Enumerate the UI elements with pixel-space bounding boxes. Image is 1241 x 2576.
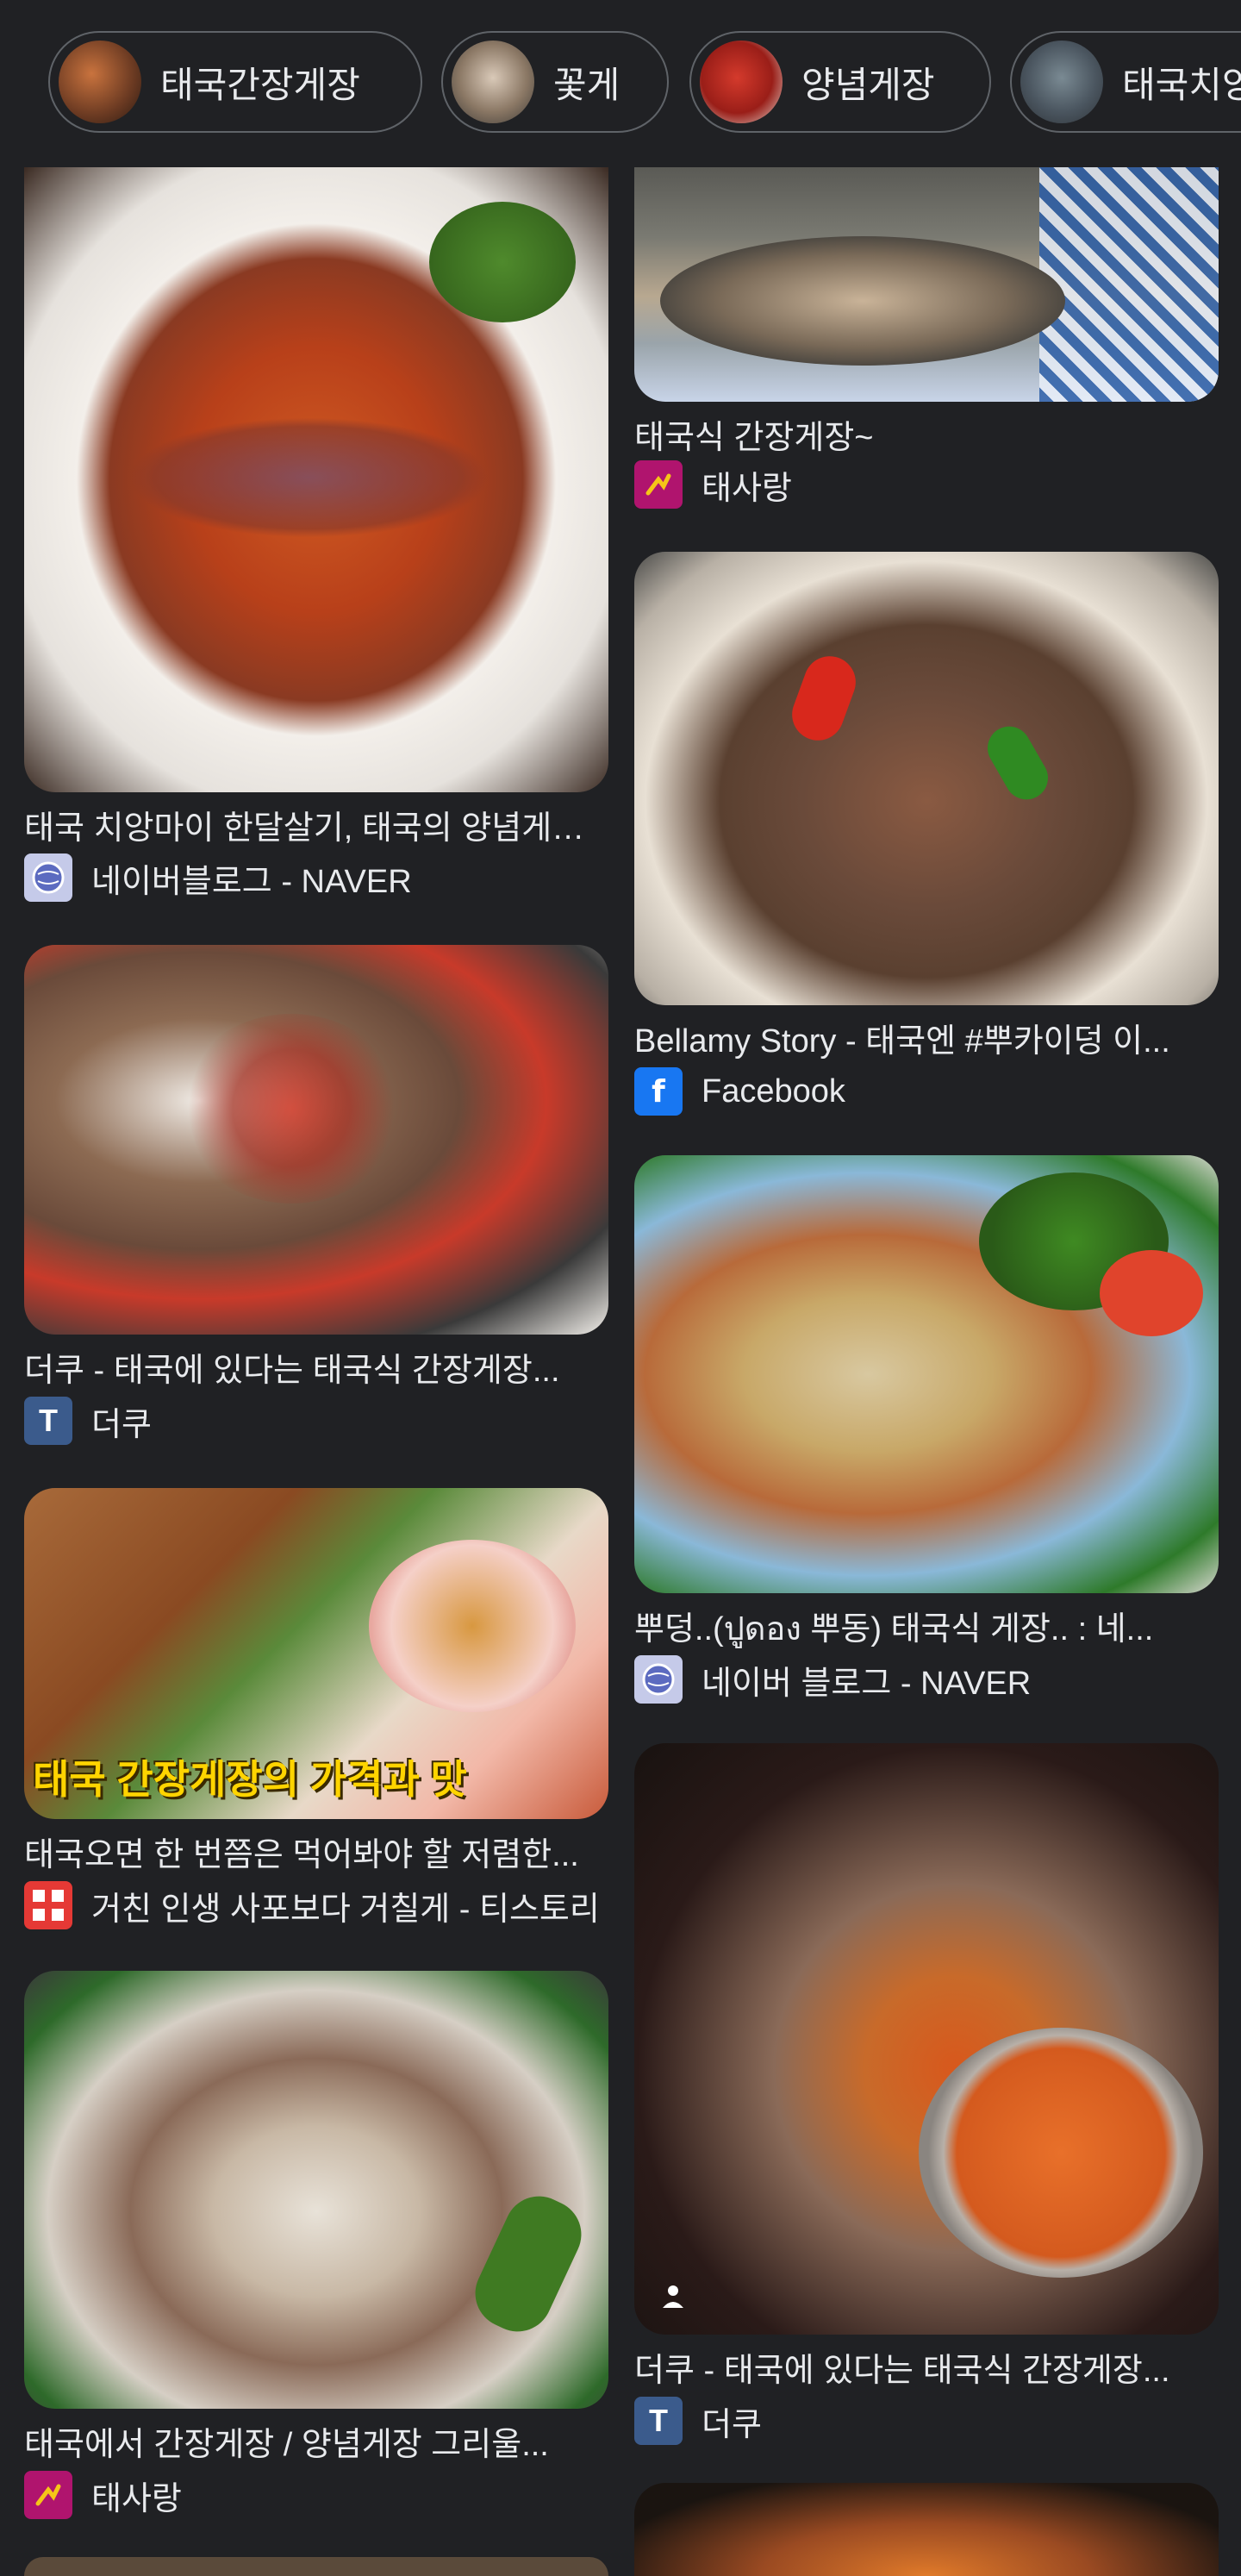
result-card[interactable]: 더쿠 - 태국에 있다는 태국식 간장게장... T 더쿠	[24, 945, 608, 1445]
garnish	[464, 2185, 593, 2343]
source-name: 네이버 블로그 - NAVER	[702, 1665, 1032, 1702]
chip-1[interactable]: 꽃게	[441, 31, 669, 133]
result-card[interactable]: 태국식 간장게장~ 태사랑	[634, 167, 1219, 512]
result-card[interactable]: Bellamy Story - 태국엔 #뿌카이덩 이... f Faceboo…	[634, 552, 1219, 1121]
theqoo-icon: T	[24, 1397, 72, 1445]
chip-2[interactable]: 양념게장	[689, 31, 991, 133]
result-image[interactable]	[24, 1971, 608, 2409]
person-icon	[663, 2285, 683, 2308]
garnish	[429, 202, 576, 322]
sauce-bowl	[919, 2028, 1203, 2278]
result-caption[interactable]: 더쿠 - 태국에 있다는 태국식 간장게장...	[634, 2343, 1219, 2391]
result-image[interactable]	[24, 945, 608, 1335]
result-caption[interactable]: 태국식 간장게장~	[634, 410, 1219, 458]
result-image[interactable]	[634, 1743, 1219, 2335]
garnish	[128, 417, 490, 538]
source-name: 태사랑	[702, 470, 792, 507]
result-card-partial[interactable]	[634, 2483, 1219, 2576]
chip-thumbnail	[452, 41, 534, 123]
result-card[interactable]: 태국에서 간장게장 / 양념게장 그리울... 태사랑	[24, 1971, 608, 2523]
source-name: 더쿠	[91, 1406, 152, 1443]
source-name: 태사랑	[91, 2480, 182, 2517]
result-card[interactable]: 더쿠 - 태국에 있다는 태국식 간장게장... T 더쿠	[634, 1743, 1219, 2450]
source-name: 거친 인생 사포보다 거칠게 - 티스토리	[91, 1891, 600, 1928]
result-image[interactable]	[634, 2483, 1219, 2576]
result-image[interactable]: 태국 간장게장의 가격과 맛	[24, 1488, 608, 1819]
chip-thumbnail	[59, 41, 141, 123]
tomato	[1100, 1250, 1203, 1336]
theqoo-icon: T	[634, 2397, 683, 2445]
result-source[interactable]: T 더쿠	[634, 2397, 1238, 2445]
result-source[interactable]: f Facebook	[634, 1067, 1238, 1116]
garnish	[179, 1014, 403, 1204]
result-caption[interactable]: 태국오면 한 번쯤은 먹어봐야 할 저렴한...	[24, 1828, 608, 1875]
result-image[interactable]	[24, 167, 608, 792]
chip-label: 꽃게	[553, 64, 620, 105]
result-image[interactable]	[634, 552, 1219, 1005]
chip-3[interactable]: 태국치앙	[1010, 31, 1241, 133]
result-caption[interactable]: 태국에서 간장게장 / 양념게장 그리울...	[24, 2417, 608, 2465]
related-search-chips: 태국간장게장 꽃게 양념게장 태국치앙	[0, 0, 1241, 168]
garnish	[784, 648, 864, 748]
tray	[660, 236, 1065, 366]
chip-thumbnail	[700, 41, 783, 123]
facebook-icon: f	[634, 1067, 683, 1116]
globe-icon	[24, 853, 72, 902]
result-image[interactable]	[634, 167, 1219, 402]
result-caption[interactable]: 뿌덩..(ปูดอง 뿌동) 태국식 게장.. : 네...	[634, 1602, 1219, 1654]
chip-label: 태국간장게장	[160, 64, 360, 105]
result-caption[interactable]: Bellamy Story - 태국엔 #뿌카이덩 이...	[634, 1014, 1219, 1061]
result-source[interactable]: 거친 인생 사포보다 거칠게 - 티스토리	[24, 1881, 627, 1929]
source-name: 더쿠	[702, 2406, 762, 2443]
garnish	[369, 1540, 576, 1712]
chip-label: 양념게장	[801, 64, 935, 105]
image-overlay-text: 태국 간장게장의 가격과 맛	[33, 1757, 467, 1802]
globe-icon	[634, 1655, 683, 1704]
result-card[interactable]: 태국 치앙마이 한달살기, 태국의 양념게장... 네이버블로그 - NAVER	[24, 167, 608, 917]
result-image[interactable]	[24, 2557, 608, 2576]
garnish	[979, 718, 1057, 808]
source-name: 네이버블로그 - NAVER	[91, 863, 412, 900]
chip-thumbnail	[1020, 41, 1103, 123]
tistory-icon	[24, 1881, 72, 1929]
table-cloth	[1039, 167, 1219, 402]
result-image[interactable]	[634, 1155, 1219, 1593]
result-source[interactable]: 태사랑	[634, 460, 1238, 509]
tsarang-icon	[24, 2471, 72, 2519]
result-caption[interactable]: 더쿠 - 태국에 있다는 태국식 간장게장...	[24, 1343, 608, 1391]
chip-label: 태국치앙	[1122, 64, 1241, 105]
result-source[interactable]: 네이버 블로그 - NAVER	[634, 1655, 1238, 1704]
chip-0[interactable]: 태국간장게장	[48, 31, 422, 133]
result-source[interactable]: T 더쿠	[24, 1397, 627, 1445]
result-source[interactable]: 태사랑	[24, 2471, 627, 2519]
result-card[interactable]: 태국 간장게장의 가격과 맛 태국오면 한 번쯤은 먹어봐야 할 저렴한... …	[24, 1488, 608, 1936]
result-card-partial[interactable]	[24, 2557, 608, 2576]
result-caption[interactable]: 태국 치앙마이 한달살기, 태국의 양념게장...	[24, 801, 608, 848]
result-source[interactable]: 네이버블로그 - NAVER	[24, 853, 627, 902]
source-name: Facebook	[702, 1072, 845, 1110]
tsarang-icon	[634, 460, 683, 509]
result-card[interactable]: 뿌덩..(ปูดอง 뿌동) 태국식 게장.. : 네... 네이버 블로그 -…	[634, 1155, 1219, 1707]
